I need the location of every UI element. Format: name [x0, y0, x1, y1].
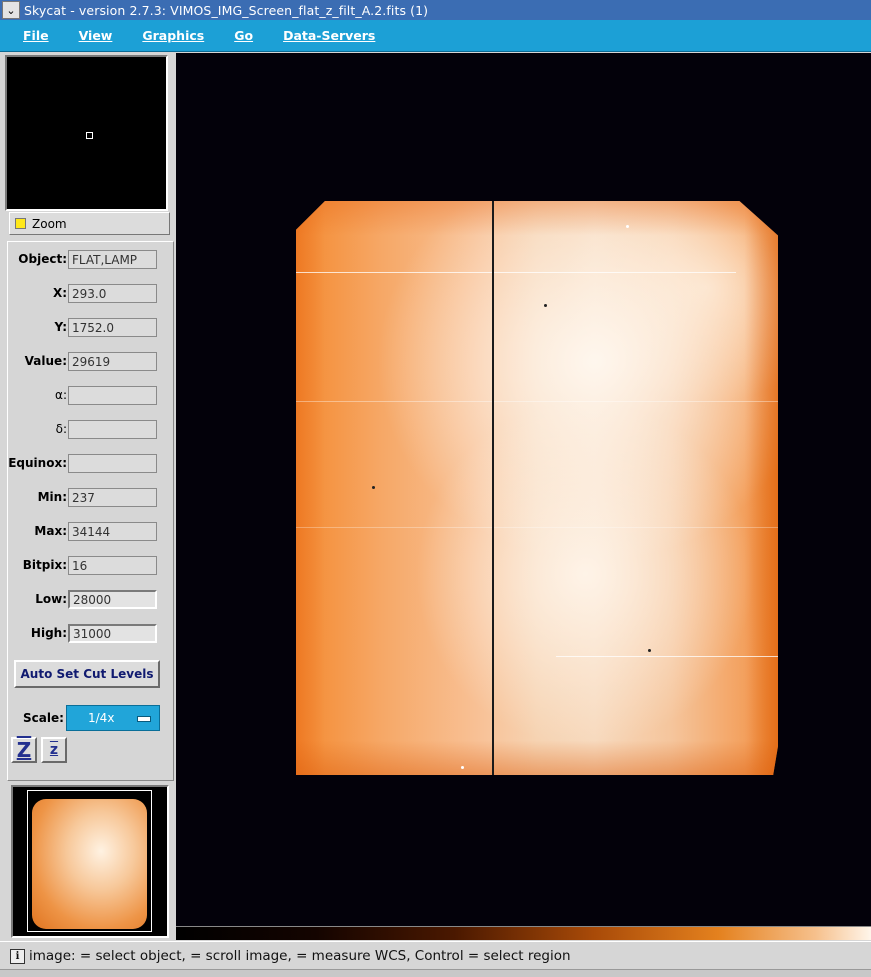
zoom-indicator-icon — [15, 218, 26, 229]
status-bar: i image: = select object, = scroll image… — [0, 941, 871, 970]
value-field: 29619 — [68, 352, 157, 371]
menu-view[interactable]: View — [48, 28, 113, 43]
bitpix-field: 16 — [68, 556, 157, 575]
menu-data-servers[interactable]: Data-Servers — [252, 28, 375, 43]
image-row-artifact — [296, 401, 778, 402]
image-speck — [461, 766, 464, 769]
image-column-artifact — [492, 201, 494, 775]
min-row: Min: 237 — [8, 488, 175, 508]
zoom-out-button[interactable]: z — [41, 737, 67, 763]
flat-field-image[interactable] — [296, 201, 778, 775]
window-title-bar: ⌄ Skycat - version 2.7.3: VIMOS_IMG_Scre… — [0, 0, 871, 21]
value-label: Value: — [24, 354, 67, 368]
delta-label: δ: — [55, 422, 67, 436]
chevron-down-icon: ⌄ — [6, 3, 16, 17]
y-row: Y: 1752.0 — [8, 318, 175, 338]
thumbnail-view-box[interactable] — [27, 790, 152, 932]
zoom-in-button[interactable]: Z — [11, 737, 37, 763]
high-label: High: — [30, 626, 67, 640]
auto-set-cut-levels-button[interactable]: Auto Set Cut Levels — [14, 660, 160, 688]
image-speck — [544, 304, 547, 307]
zoom-toggle-button[interactable]: Zoom — [9, 212, 170, 235]
alpha-field — [68, 386, 157, 405]
bitpix-row: Bitpix: 16 — [8, 556, 175, 576]
window-title: Skycat - version 2.7.3: VIMOS_IMG_Screen… — [24, 2, 429, 18]
pan-indicator[interactable] — [86, 132, 93, 139]
y-field: 1752.0 — [68, 318, 157, 337]
delta-field — [68, 420, 157, 439]
scale-select[interactable]: 1/4x — [66, 705, 160, 731]
image-row-artifact — [296, 272, 736, 273]
x-label: X: — [52, 286, 67, 300]
pan-window[interactable] — [5, 55, 168, 211]
max-row: Max: 34144 — [8, 522, 175, 542]
min-field: 237 — [68, 488, 157, 507]
low-row: Low: 28000 — [8, 590, 175, 610]
info-panel: Object: FLAT,LAMP X: 293.0 Y: 1752.0 Val… — [7, 241, 174, 781]
max-field: 34144 — [68, 522, 157, 541]
low-cut-input[interactable]: 28000 — [68, 590, 157, 609]
image-speck — [372, 486, 375, 489]
scale-label: Scale: — [23, 711, 64, 725]
value-row: Value: 29619 — [8, 352, 175, 372]
zoom-out-icon: z — [49, 742, 59, 758]
y-label: Y: — [54, 320, 67, 334]
zoom-label: Zoom — [32, 216, 67, 231]
image-row-artifact — [296, 527, 778, 528]
delta-row: δ: — [8, 420, 175, 440]
object-field: FLAT,LAMP — [68, 250, 157, 269]
object-label: Object: — [18, 252, 67, 266]
min-label: Min: — [37, 490, 67, 504]
bitpix-label: Bitpix: — [22, 558, 67, 572]
menu-go[interactable]: Go — [203, 28, 253, 43]
image-speck — [648, 649, 651, 652]
high-cut-input[interactable]: 31000 — [68, 624, 157, 643]
image-speck — [626, 225, 629, 228]
zoom-in-icon: Z — [16, 738, 32, 762]
x-field: 293.0 — [68, 284, 157, 303]
equinox-field — [68, 454, 157, 473]
image-canvas[interactable] — [176, 53, 871, 926]
menu-bar: File View Graphics Go Data-Servers — [0, 20, 871, 52]
alpha-label: α: — [55, 388, 67, 402]
menu-graphics[interactable]: Graphics — [111, 28, 204, 43]
object-row: Object: FLAT,LAMP — [8, 250, 175, 270]
alpha-row: α: — [8, 386, 175, 406]
equinox-label: Equinox: — [8, 456, 67, 470]
image-row-artifact — [556, 656, 778, 657]
high-row: High: 31000 — [8, 624, 175, 644]
max-label: Max: — [34, 524, 67, 538]
x-row: X: 293.0 — [8, 284, 175, 304]
status-text: image: = select object, = scroll image, … — [29, 948, 571, 964]
image-thumbnail[interactable] — [11, 785, 169, 938]
colorbar[interactable] — [176, 926, 871, 940]
scale-value: 1/4x — [88, 711, 115, 725]
window-menu-button[interactable]: ⌄ — [2, 1, 20, 19]
thumbnail-image — [32, 799, 147, 929]
dropdown-icon — [137, 716, 151, 722]
info-icon: i — [10, 948, 25, 964]
equinox-row: Equinox: — [8, 454, 175, 474]
menu-file[interactable]: File — [0, 28, 49, 43]
low-label: Low: — [35, 592, 67, 606]
